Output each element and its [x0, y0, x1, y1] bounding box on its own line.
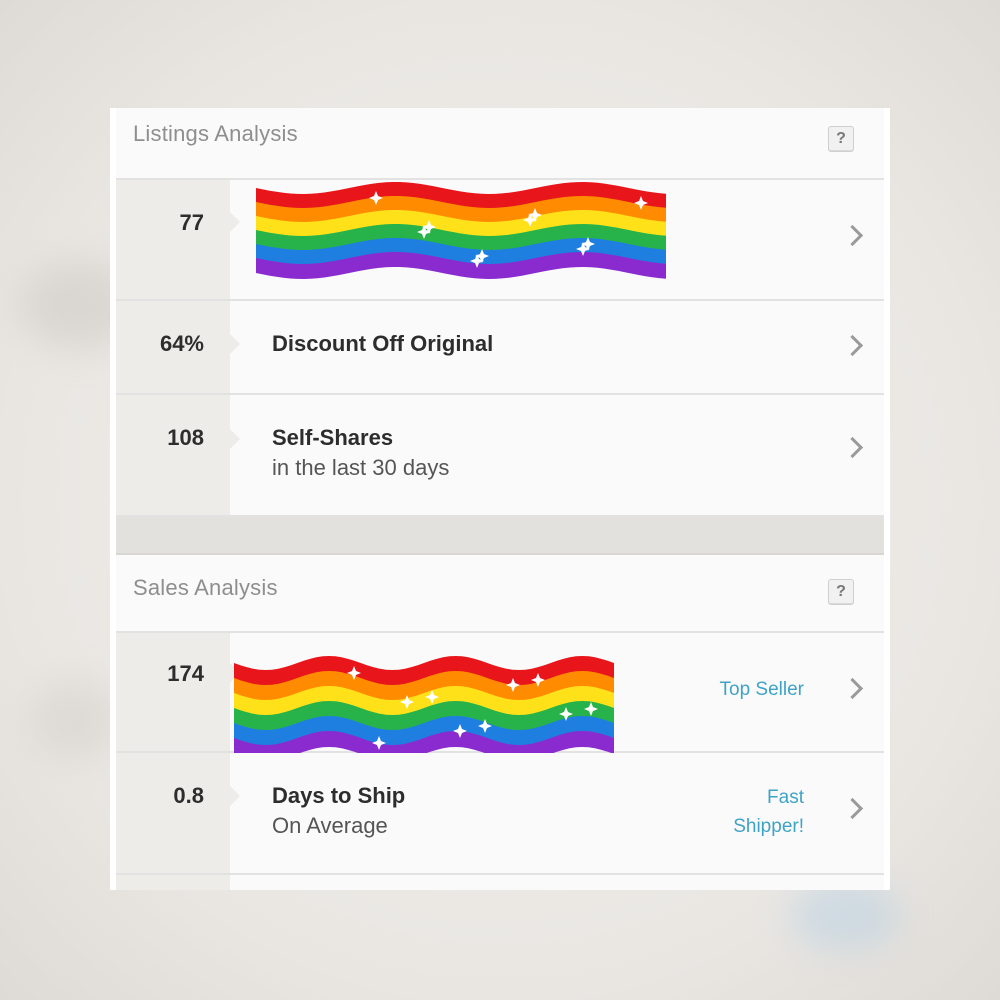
listing-row-discount[interactable]: 64% Discount Off Original [116, 301, 884, 395]
listing-row-self-shares[interactable]: 108 Self-Shares in the last 30 days [116, 395, 884, 517]
fast-shipper-badge: Fast Shipper! [733, 783, 804, 841]
listing-row-redacted[interactable]: 77 [116, 180, 884, 301]
next-row-partial [116, 875, 884, 890]
row-notch [230, 429, 240, 449]
top-seller-badge: Top Seller [719, 679, 805, 700]
chevron-right-icon [841, 677, 864, 700]
sales-analysis-header: Sales Analysis ? [116, 555, 884, 633]
value-column: 64% [116, 301, 230, 393]
row-label: Self-Shares [272, 425, 394, 450]
rainbow-redaction-sticker [234, 656, 614, 761]
row-notch [230, 212, 240, 232]
row-value: 174 [167, 661, 204, 686]
analysis-card: Listings Analysis ? 77 64% Discount Off … [110, 108, 890, 890]
section-title: Listings Analysis [133, 121, 298, 146]
row-sublabel: On Average [272, 813, 388, 838]
section-title: Sales Analysis [133, 575, 278, 600]
section-divider [116, 517, 884, 555]
question-mark-icon[interactable]: ? [828, 579, 854, 605]
row-value: 64% [159, 331, 204, 356]
value-column: 108 [116, 395, 230, 515]
row-value: 77 [179, 210, 204, 235]
listings-analysis-header: Listings Analysis ? [116, 108, 884, 180]
sales-row-days-to-ship[interactable]: 0.8 Days to Ship On Average Fast Shipper… [116, 753, 884, 875]
background-blur [30, 680, 120, 760]
chevron-right-icon [841, 334, 864, 357]
row-notch [230, 334, 240, 354]
chevron-right-icon [841, 436, 864, 459]
row-label: Discount Off Original [272, 331, 494, 356]
row-value: 108 [167, 425, 204, 450]
row-value: 0.8 [173, 783, 204, 808]
badge-line: Shipper! [733, 816, 804, 837]
row-label: Days to Ship [272, 783, 406, 808]
value-column: 77 [116, 180, 230, 299]
row-sublabel: in the last 30 days [272, 455, 450, 480]
badge-line: Fast [767, 787, 804, 808]
rainbow-redaction-sticker [256, 182, 666, 279]
value-column [116, 875, 230, 890]
value-column: 0.8 [116, 753, 230, 873]
question-mark-icon[interactable]: ? [828, 126, 854, 152]
background-blur [790, 880, 900, 950]
row-notch [230, 786, 240, 806]
value-column: 174 [116, 633, 230, 751]
sales-row-redacted[interactable]: 174 Top Seller [116, 633, 884, 761]
chevron-right-icon [841, 224, 864, 247]
chevron-right-icon [841, 797, 864, 820]
